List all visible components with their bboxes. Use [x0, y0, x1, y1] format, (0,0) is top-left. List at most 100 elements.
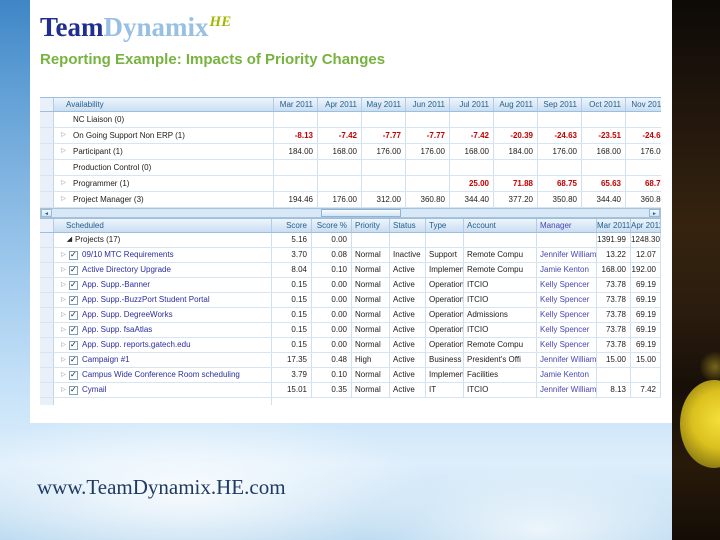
table-row[interactable]: ▷ ✓ Cymail 15.01 0.35 Normal Active IT ITCIO Jenn… — [40, 383, 661, 398]
expand-icon[interactable]: ▷ — [58, 278, 69, 292]
table-row[interactable]: ▷ Participant (1) 184.00 168.00 176.00 176.00… — [40, 144, 661, 160]
month-column-header: Aug 2011 — [494, 98, 538, 111]
status-cell: Active — [390, 278, 426, 292]
score-pct-cell: 0.00 — [312, 293, 352, 307]
project-label[interactable]: Active Directory Upgrade — [82, 263, 171, 277]
availability-value-cell: -7.77 — [362, 128, 406, 143]
row-checkbox[interactable]: ✓ — [69, 325, 78, 335]
table-row[interactable]: ▷ ✓ App. Supp. DegreeWorks 0.15 0.00 Normal Ac… — [40, 308, 661, 323]
row-gutter — [40, 338, 54, 352]
table-row[interactable]: ▷ ✓ Campus Wide Conference Room scheduling… — [40, 368, 661, 383]
availability-value-cell — [318, 112, 362, 127]
type-cell: Operations — [426, 278, 464, 292]
resource-label: Project Manager (3) — [73, 195, 144, 204]
availability-value-cell — [450, 112, 494, 127]
horizontal-scrollbar[interactable]: ◄ ► — [40, 208, 661, 218]
project-label[interactable]: Campaign #1 — [82, 353, 130, 367]
expand-icon[interactable]: ▷ — [58, 248, 69, 262]
expand-icon[interactable]: ▷ — [58, 263, 69, 277]
table-row[interactable]: Production Control (0) — [40, 160, 661, 176]
table-row[interactable]: ▷Programmer (1)25.0071.8868.7565.6368.75 — [40, 176, 661, 192]
table-row[interactable]: ▷ Project Manager (3) 194.46 176.00 312.00 36… — [40, 192, 661, 208]
row-gutter — [40, 98, 54, 111]
table-row[interactable]: ▷ ✓ App. Supp.-BuzzPort Student Portal 0.15… — [40, 293, 661, 308]
row-checkbox[interactable]: ✓ — [69, 370, 78, 380]
project-label[interactable]: 09/10 MTC Requirements — [82, 248, 174, 262]
table-row[interactable]: NC Liaison (0) — [40, 112, 661, 128]
mar-value-cell: 73.78 — [597, 278, 631, 292]
project-label[interactable]: App. Supp. reports.gatech.edu — [82, 338, 191, 352]
score-cell: 3.79 — [272, 368, 312, 382]
project-label[interactable]: Campus Wide Conference Room scheduling — [82, 368, 240, 382]
project-label-cell: ◢ Projects (17) — [54, 233, 272, 247]
resource-label-cell: ▷ Programmer (1) — [54, 176, 274, 191]
availability-value-cell: -8.13 — [274, 128, 318, 143]
expand-icon[interactable]: ▷ — [58, 176, 69, 191]
table-row[interactable]: ▷ ✓ App. Supp. reports.gatech.edu 0.15 0.00 N… — [40, 338, 661, 353]
row-checkbox[interactable]: ✓ — [69, 340, 78, 350]
manager-cell: Jamie Kenton — [537, 368, 597, 382]
row-gutter — [40, 278, 54, 292]
expand-icon[interactable]: ▷ — [58, 293, 69, 307]
project-label[interactable]: App. Supp. fsaAtlas — [82, 323, 152, 337]
table-row[interactable]: ▷ ✓ Campaign #1 17.35 0.48 High Active Business… — [40, 353, 661, 368]
row-checkbox[interactable]: ✓ — [69, 295, 78, 305]
score-pct-cell: 0.48 — [312, 353, 352, 367]
availability-value-cell: -7.42 — [450, 128, 494, 143]
availability-value-cell — [362, 176, 406, 191]
expand-icon[interactable]: ▷ — [58, 338, 69, 352]
column-header: Type — [426, 219, 464, 232]
expand-icon[interactable]: ▷ — [58, 308, 69, 322]
row-checkbox[interactable]: ✓ — [69, 385, 78, 395]
expand-icon[interactable]: ▷ — [58, 323, 69, 337]
row-checkbox[interactable]: ✓ — [69, 310, 78, 320]
table-row[interactable]: ▷ On Going Support Non ERP (1) -8.13 -7.42 -… — [40, 128, 661, 144]
expand-icon[interactable]: ▷ — [58, 192, 69, 207]
type-cell: Operations — [426, 308, 464, 322]
row-checkbox[interactable]: ✓ — [69, 280, 78, 290]
project-label-cell: ▷ ✓ App. Supp. reports.gatech.edu — [54, 338, 272, 352]
scroll-right-arrow-icon[interactable]: ► — [649, 209, 660, 217]
expand-icon[interactable]: ▷ — [58, 353, 69, 367]
priority-cell — [352, 233, 390, 247]
expand-icon[interactable]: ▷ — [58, 128, 69, 143]
row-checkbox[interactable]: ✓ — [69, 250, 78, 260]
footer-url: www.TeamDynamix.HE.com — [37, 475, 286, 499]
expand-icon[interactable]: ▷ — [58, 368, 69, 382]
project-label[interactable]: App. Supp. DegreeWorks — [82, 308, 173, 322]
scrollbar-thumb[interactable] — [321, 209, 401, 217]
apr-value-cell: 69.19 — [631, 293, 661, 307]
content-panel: TeamDynamixHE Reporting Example: Impacts… — [30, 0, 672, 423]
project-label[interactable]: App. Supp.-Banner — [82, 278, 150, 292]
project-label[interactable]: App. Supp.-BuzzPort Student Portal — [82, 293, 210, 307]
scroll-left-arrow-icon[interactable]: ◄ — [41, 209, 52, 217]
expand-icon[interactable]: ▷ — [58, 383, 69, 397]
availability-value-cell — [274, 176, 318, 191]
table-row[interactable]: ◢ Projects (17) 5.16 0.00 1391.99 1248.30 — [40, 233, 661, 248]
column-header: Manager — [537, 219, 597, 232]
expand-icon[interactable]: ◢ — [64, 233, 75, 247]
table-row[interactable]: ▷ ✓ Active Directory Upgrade 8.04 0.10 Normal… — [40, 263, 661, 278]
table-row[interactable]: ▷ ✓ 09/10 MTC Requirements 3.70 0.08 Normal In… — [40, 248, 661, 263]
type-cell: Business De — [426, 353, 464, 367]
resource-label-cell: ▷ On Going Support Non ERP (1) — [54, 128, 274, 143]
row-checkbox[interactable]: ✓ — [69, 265, 78, 275]
availability-value-cell: 176.00 — [406, 144, 450, 159]
row-checkbox[interactable]: ✓ — [69, 355, 78, 365]
empty-cell — [54, 398, 272, 405]
manager-cell: Jennifer William — [537, 248, 597, 262]
row-gutter — [40, 248, 54, 262]
account-cell: ITCIO — [464, 278, 537, 292]
availability-value-cell — [318, 160, 362, 175]
table-row[interactable]: ▷ ✓ App. Supp.-Banner 0.15 0.00 Normal Active O… — [40, 278, 661, 293]
table-row[interactable]: ▷ ✓ App. Supp. fsaAtlas 0.15 0.00 Normal Activ… — [40, 323, 661, 338]
project-label[interactable]: Cymail — [82, 383, 106, 397]
account-cell: Admissions — [464, 308, 537, 322]
account-cell: Remote Compu — [464, 263, 537, 277]
status-cell: Inactive — [390, 248, 426, 262]
apr-value-cell: 12.07 — [631, 248, 661, 262]
availability-value-cell — [626, 160, 661, 175]
apr-value-cell: 69.19 — [631, 308, 661, 322]
expand-icon[interactable]: ▷ — [58, 144, 69, 159]
score-pct-cell: 0.10 — [312, 263, 352, 277]
